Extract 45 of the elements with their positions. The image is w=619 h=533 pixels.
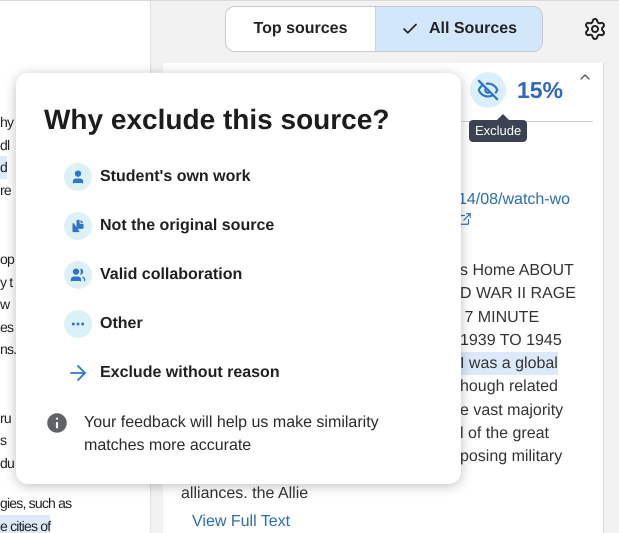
more-icon	[64, 310, 92, 338]
document-text: e cities of	[0, 514, 50, 533]
excerpt-text: alliances. the Allie	[181, 484, 308, 504]
document-text: ru	[0, 408, 11, 428]
document-text: hy	[0, 113, 14, 132]
document-text: du	[0, 454, 14, 472]
excerpt-text: 1939 TO 1945	[460, 330, 562, 351]
document-text: gies, such as	[0, 494, 72, 513]
excerpt-text: hough related	[460, 377, 558, 398]
excerpt-text: I was a global	[460, 352, 558, 376]
info-icon	[44, 410, 70, 436]
settings-icon[interactable]	[583, 17, 607, 41]
dialog-title: Why exclude this source?	[44, 103, 390, 137]
source-link[interactable]: 14/08/watch-wo	[458, 189, 570, 211]
excerpt-text: l of the great	[460, 424, 549, 444]
document-text: ns.	[0, 340, 16, 359]
documents-icon	[64, 212, 92, 240]
document-text: d	[0, 156, 7, 178]
view-tab[interactable]: All Sources	[376, 7, 542, 51]
reason-option[interactable]: Student's own work	[44, 152, 461, 201]
excerpt-text: posing military	[460, 447, 562, 468]
people-icon	[64, 260, 92, 288]
view-tab[interactable]: Top sources	[226, 7, 376, 51]
person-icon	[64, 162, 92, 190]
reason-option[interactable]: Exclude without reason	[44, 348, 461, 397]
excerpt-text: 7 MINUTE	[463, 308, 540, 328]
external-link-icon[interactable]	[458, 212, 472, 226]
feedback-note: Your feedback will help us make similarity matches more accurate	[84, 413, 380, 456]
tooltip-arrow	[497, 114, 509, 120]
view-full-text-link[interactable]: View Full Text	[192, 512, 290, 532]
hidden-eye-icon[interactable]	[470, 72, 506, 108]
match-percentage: 15%	[516, 76, 563, 105]
document-text: dl	[0, 136, 10, 154]
document-text: s	[0, 431, 6, 450]
document-text: w	[0, 295, 10, 314]
document-text: y t	[0, 272, 12, 292]
reason-option[interactable]: Not the original source	[44, 201, 461, 250]
reason-option[interactable]: Valid collaboration	[44, 250, 461, 299]
excerpt-text: D WAR II RAGE	[460, 284, 576, 304]
excerpt-text: e vast majority	[460, 400, 564, 421]
excerpt-text: s Home ABOUT	[460, 261, 574, 281]
reason-option[interactable]: Other	[44, 299, 461, 348]
document-text: re	[0, 180, 11, 200]
document-text: es	[0, 318, 14, 336]
document-text: op	[0, 250, 14, 269]
